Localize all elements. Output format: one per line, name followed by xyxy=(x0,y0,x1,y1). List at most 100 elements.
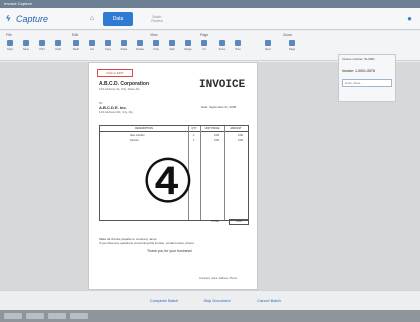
tool-print[interactable]: Print xyxy=(36,40,48,56)
taskbar-app-icon[interactable] xyxy=(26,313,44,319)
tool-merge[interactable]: Merge xyxy=(182,40,194,56)
copy-icon xyxy=(105,40,111,46)
window-title: Invoice Capture xyxy=(4,1,33,6)
app-header: ϟ Capture ⌂ Data Batch Review ● xyxy=(0,8,420,30)
tool-prev-label: Prev xyxy=(235,48,241,51)
prev-icon xyxy=(235,40,241,46)
total-row: TOTAL 0.00 xyxy=(189,219,249,225)
crop-icon xyxy=(153,40,159,46)
taskbar-app-icon[interactable] xyxy=(48,313,66,319)
tool-cut-label: Cut xyxy=(89,48,95,51)
field-value: Invoice: 1-0001-0576 xyxy=(342,69,375,73)
os-taskbar xyxy=(0,310,420,322)
tool-rotate[interactable]: Rotate xyxy=(134,40,146,56)
split-icon xyxy=(169,40,175,46)
page-icon xyxy=(289,40,295,46)
table-header: DESCRIPTION QTY UNIT PRICE AMOUNT xyxy=(100,126,248,132)
tool-open-label: Open xyxy=(6,48,14,51)
edit-tag[interactable]: Click to EDIT xyxy=(97,69,133,77)
tool-split-label: Split xyxy=(169,48,175,51)
complete-batch-button[interactable]: Complete Batch xyxy=(144,296,184,305)
tool-open[interactable]: Open xyxy=(4,40,16,56)
invoice-title: INVOICE xyxy=(199,79,246,91)
title-bar: Invoice Capture xyxy=(0,0,420,8)
zoom-icon xyxy=(219,40,225,46)
company-address: 123 Address St, City, State Zip xyxy=(99,87,140,91)
tool-zoom[interactable]: Zoom xyxy=(216,40,228,56)
toolbar-group-page: Page xyxy=(200,33,209,37)
page-footer: Company name, Address, Phone xyxy=(199,277,238,280)
table-row: Service 1 0.00 0.00 xyxy=(100,138,248,143)
app-window: Invoice Capture ϟ Capture ⌂ Data Batch R… xyxy=(0,0,420,322)
undo-icon xyxy=(55,40,61,46)
user-icon[interactable]: ● xyxy=(405,14,414,23)
paste-icon xyxy=(121,40,127,46)
taskbar-start-icon[interactable] xyxy=(4,313,22,319)
tool-paste[interactable]: Paste xyxy=(118,40,130,56)
tool-cut[interactable]: Cut xyxy=(86,40,98,56)
save-icon xyxy=(23,40,29,46)
client-address: 123 Address Rd, City, Zip xyxy=(99,110,133,114)
row-price: 0.00 xyxy=(214,139,220,142)
tab-batch-review-line2: Review xyxy=(151,19,163,23)
tool-copy[interactable]: Copy xyxy=(102,40,114,56)
contact-note: If you have any questions concerning thi… xyxy=(99,241,195,245)
tool-undo[interactable]: Undo xyxy=(52,40,64,56)
next-icon xyxy=(265,40,271,46)
field-panel-title: Invoice number: IN-0001 xyxy=(342,57,375,61)
logo-text: Capture xyxy=(16,14,49,24)
rotate-icon xyxy=(137,40,143,46)
tool-redo[interactable]: Redo xyxy=(70,40,82,56)
tool-undo-label: Undo xyxy=(54,48,62,51)
thanks-text: Thank you for your business! xyxy=(147,249,192,253)
step-number-badge: ④ xyxy=(141,147,195,217)
merge-icon xyxy=(185,40,191,46)
tool-prev[interactable]: Prev xyxy=(232,40,244,56)
redo-icon xyxy=(73,40,79,46)
tool-fit[interactable]: Fit xyxy=(198,40,210,56)
tool-paste-label: Paste xyxy=(120,48,128,51)
tool-page-label: Page xyxy=(288,48,296,51)
column-header: DESCRIPTION xyxy=(135,127,153,130)
fit-icon xyxy=(201,40,207,46)
tool-split[interactable]: Split xyxy=(166,40,178,56)
field-panel: Invoice number: IN-0001 Invoice: 1-0001-… xyxy=(338,54,396,102)
invoice-page[interactable]: Click to EDIT A.B.C.D. Corporation 123 A… xyxy=(88,62,258,290)
tool-print-label: Print xyxy=(39,48,45,51)
print-icon xyxy=(39,40,45,46)
tool-fit-label: Fit xyxy=(202,48,206,51)
tool-copy-label: Copy xyxy=(104,48,112,51)
row-qty: 1 xyxy=(193,139,195,142)
cancel-batch-button[interactable]: Cancel Batch xyxy=(250,296,288,305)
total-label: TOTAL xyxy=(211,220,220,223)
tool-crop[interactable]: Crop xyxy=(150,40,162,56)
tool-next[interactable]: Next xyxy=(262,40,274,56)
toolbar-group-view: View xyxy=(150,33,158,37)
column-header: AMOUNT xyxy=(230,127,242,130)
tool-next-label: Next xyxy=(265,48,271,51)
tool-save-label: Save xyxy=(23,48,29,51)
row-amount: 0.00 xyxy=(238,139,244,142)
tool-merge-label: Merge xyxy=(184,48,192,51)
tab-batch-review[interactable]: Batch Review xyxy=(141,12,173,26)
field-input[interactable]: Enter value... xyxy=(342,79,392,87)
cut-icon xyxy=(89,40,95,46)
skip-document-button[interactable]: Skip Document xyxy=(196,296,238,305)
logo-mark-icon: ϟ xyxy=(6,14,11,23)
row-description: Service xyxy=(130,139,139,142)
toolbar-group-edit: Edit xyxy=(72,33,79,37)
tab-data[interactable]: Data xyxy=(103,12,133,26)
tool-save[interactable]: Save xyxy=(20,40,32,56)
home-icon[interactable]: ⌂ xyxy=(88,15,96,23)
tool-page[interactable]: Page xyxy=(286,40,298,56)
app-logo: ϟ Capture xyxy=(6,13,66,25)
column-header: UNIT PRICE xyxy=(204,127,220,130)
column-header: QTY xyxy=(191,127,197,130)
tool-crop-label: Crop xyxy=(153,48,159,51)
tool-redo-label: Redo xyxy=(72,48,80,51)
toolbar-group-zoom: Zoom xyxy=(283,33,292,37)
taskbar-app-icon[interactable] xyxy=(70,313,88,319)
tool-zoom-label: Zoom xyxy=(218,48,226,51)
total-value: 0.00 xyxy=(229,219,249,225)
tool-rotate-label: Rotate xyxy=(136,48,144,51)
